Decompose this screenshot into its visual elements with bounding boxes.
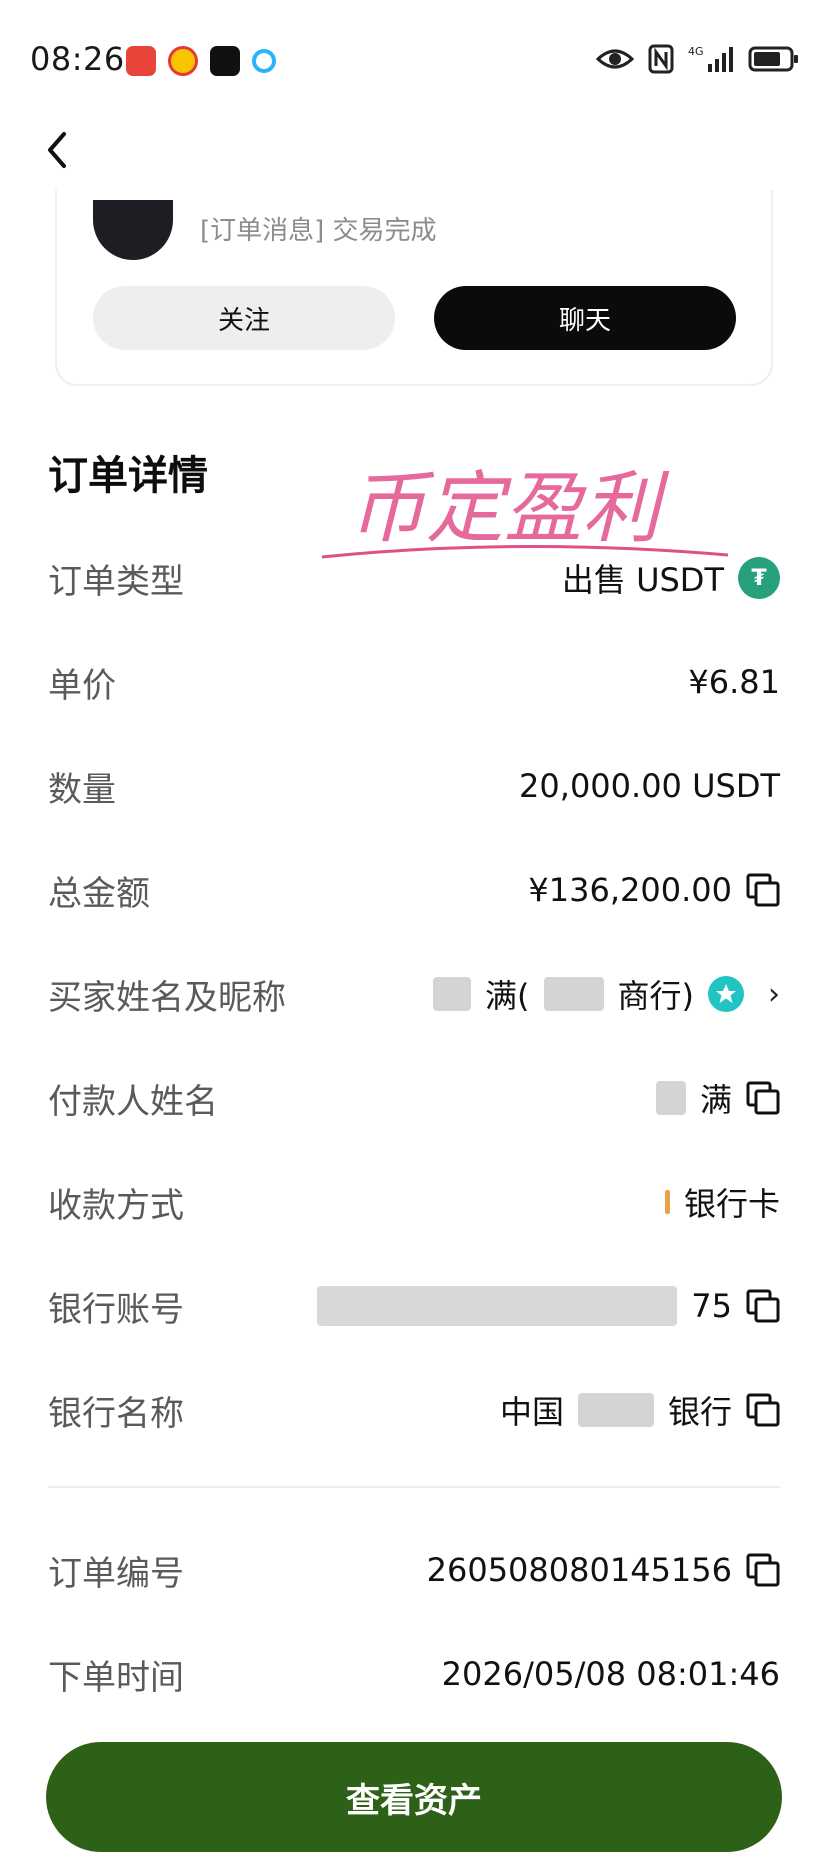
network-type-text: 4G — [688, 45, 704, 58]
shopping-app-icon — [126, 46, 156, 76]
avatar[interactable] — [93, 200, 173, 260]
payer-name-label: 付款人姓名 — [48, 1081, 218, 1122]
row-order-time: 下单时间 2026/05/08 08:01:46 — [48, 1644, 780, 1704]
bank-card-tag-icon — [664, 1190, 670, 1214]
bank-name-value: 中国 银行 — [500, 1387, 780, 1433]
buyer-name-label: 买家姓名及昵称 — [48, 977, 286, 1018]
bank-name-text-b: 银行 — [667, 1393, 732, 1431]
redacted-block — [317, 1286, 678, 1326]
unit-price-value: ¥6.81 — [688, 663, 780, 701]
buyer-name-text-a: 满( — [485, 977, 530, 1015]
redacted-block — [655, 1081, 686, 1115]
total-amount-text: ¥136,200.00 — [528, 871, 732, 909]
chevron-right-icon[interactable]: › — [768, 977, 780, 1012]
order-type-value: 出售 USDT ₮ — [562, 555, 780, 601]
buyer-name-text-b: 商行) — [617, 977, 695, 1015]
browser-app-icon — [252, 49, 276, 73]
view-assets-button[interactable]: 查看资产 — [46, 1742, 782, 1852]
redacted-block — [577, 1393, 654, 1427]
quantity-value: 20,000.00 USDT — [519, 767, 780, 805]
row-payer-name: 付款人姓名 满 — [48, 1068, 780, 1128]
payment-method-value: 银行卡 — [664, 1179, 780, 1225]
bank-name-label: 银行名称 — [48, 1393, 184, 1434]
buyer-name-value[interactable]: 满( 商行) › — [433, 971, 780, 1017]
row-total-amount: 总金额 ¥136,200.00 — [48, 860, 780, 920]
copy-icon[interactable] — [746, 1081, 780, 1115]
follow-button[interactable]: 关注 — [93, 286, 395, 350]
bank-account-label: 银行账号 — [48, 1289, 184, 1330]
payer-name-value: 满 — [655, 1075, 780, 1121]
quantity-label: 数量 — [48, 769, 116, 810]
signal-icon: 4G — [688, 45, 733, 72]
copy-icon[interactable] — [746, 1289, 780, 1323]
payer-name-text: 满 — [699, 1081, 732, 1119]
bank-account-value: 75 — [317, 1286, 780, 1326]
row-unit-price: 单价 ¥6.81 — [48, 652, 780, 712]
row-order-type: 订单类型 出售 USDT ₮ — [48, 548, 780, 608]
redacted-block — [433, 977, 471, 1011]
order-number-label: 订单编号 — [48, 1553, 184, 1594]
copy-icon[interactable] — [746, 1393, 780, 1427]
clock: 08:26 — [30, 40, 125, 78]
order-type-label: 订单类型 — [48, 561, 184, 602]
order-time-label: 下单时间 — [48, 1657, 184, 1698]
order-number-text: 260508080145156 — [426, 1551, 732, 1589]
usdt-icon: ₮ — [738, 557, 780, 599]
copy-icon[interactable] — [746, 1553, 780, 1587]
battery-icon — [748, 46, 798, 72]
weibo-icon — [168, 46, 198, 76]
order-number-value: 260508080145156 — [427, 1551, 780, 1589]
notification-icons — [126, 46, 276, 76]
bank-name-text-a: 中国 — [499, 1393, 564, 1431]
row-order-number: 订单编号 260508080145156 — [48, 1540, 780, 1600]
redacted-block — [543, 977, 604, 1011]
status-bar: 08:26 4G — [0, 0, 828, 120]
back-chevron-icon[interactable] — [40, 128, 76, 172]
row-bank-name: 银行名称 中国 银行 — [48, 1380, 780, 1440]
verified-star-icon — [708, 976, 744, 1012]
chat-button[interactable]: 聊天 — [434, 286, 736, 350]
system-icons: 4G — [596, 44, 800, 74]
counterparty-card: [订单消息] 交易完成 关注 聊天 — [55, 190, 773, 386]
bank-account-text: 75 — [691, 1287, 732, 1325]
unit-price-label: 单价 — [48, 665, 116, 706]
divider — [48, 1486, 780, 1488]
row-buyer-name[interactable]: 买家姓名及昵称 满( 商行) › — [48, 964, 780, 1024]
order-time-value: 2026/05/08 08:01:46 — [441, 1655, 780, 1693]
okx-app-icon — [210, 46, 240, 76]
order-message: [订单消息] 交易完成 — [200, 216, 437, 246]
nfc-icon — [648, 44, 674, 74]
total-amount-value: ¥136,200.00 — [528, 871, 780, 909]
payment-method-label: 收款方式 — [48, 1185, 184, 1226]
payment-method-text: 银行卡 — [683, 1185, 780, 1223]
eye-icon — [596, 49, 634, 69]
copy-icon[interactable] — [746, 873, 780, 907]
row-quantity: 数量 20,000.00 USDT — [48, 756, 780, 816]
page-title: 订单详情 — [48, 453, 208, 499]
svg-text:币定盈利: 币定盈利 — [348, 464, 670, 554]
row-bank-account: 银行账号 75 — [48, 1276, 780, 1336]
total-amount-label: 总金额 — [48, 873, 150, 914]
order-type-text: 出售 USDT — [561, 561, 724, 599]
row-payment-method: 收款方式 银行卡 — [48, 1172, 780, 1232]
